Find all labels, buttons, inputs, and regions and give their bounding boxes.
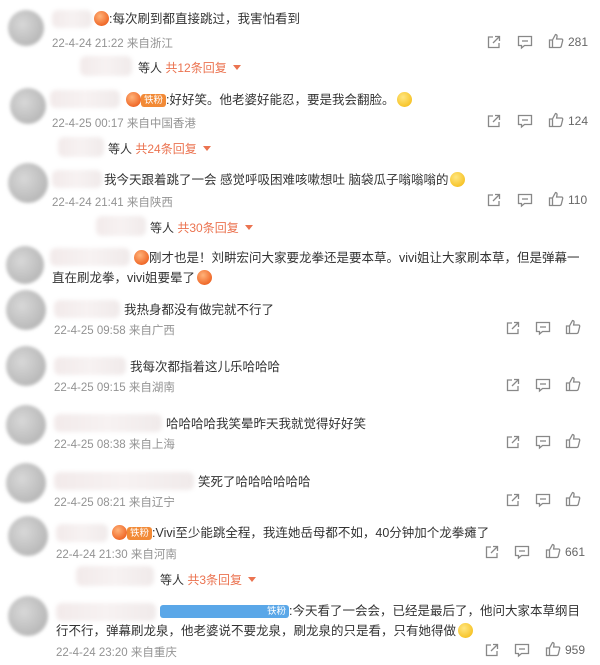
avatar[interactable] bbox=[6, 463, 46, 503]
comment-meta: 22-4-24 21:22 来自浙江 bbox=[52, 38, 173, 50]
avatar[interactable] bbox=[6, 290, 46, 330]
share-icon[interactable] bbox=[486, 113, 502, 129]
reply-summary[interactable]: 等人 共12条回复 bbox=[138, 59, 241, 76]
comment-meta: 22-4-25 09:15 来自湖南 bbox=[54, 382, 175, 394]
comment-icon[interactable] bbox=[535, 492, 551, 508]
comment-text: 哈哈哈哈我笑晕昨天我就觉得好好笑 bbox=[166, 417, 367, 431]
vip-icon bbox=[94, 11, 109, 26]
share-icon[interactable] bbox=[505, 320, 521, 336]
dizzy-emoji-icon bbox=[197, 270, 213, 285]
reply-avatars bbox=[80, 56, 132, 76]
username[interactable] bbox=[54, 472, 194, 490]
username[interactable] bbox=[52, 10, 92, 28]
comment-icon[interactable] bbox=[517, 34, 533, 50]
comment-meta: 22-4-25 09:58 来自广西 bbox=[54, 325, 175, 337]
avatar[interactable] bbox=[6, 405, 46, 445]
comment-text: 铁粉:今天看了一会会，已经是最后了，他问大家本草纲目行不行，弹幕刷龙泉，他老婆说… bbox=[56, 604, 580, 638]
avatar[interactable] bbox=[6, 246, 44, 284]
thumbs-up-icon[interactable] bbox=[565, 491, 581, 507]
reply-summary[interactable]: 等人 共30条回复 bbox=[150, 219, 253, 236]
like-count: 661 bbox=[565, 545, 586, 559]
chevron-down-icon[interactable] bbox=[244, 225, 253, 230]
thumbs-up-icon[interactable] bbox=[548, 33, 564, 49]
like-count: 281 bbox=[568, 35, 589, 49]
fan-badge: 铁粉 bbox=[141, 94, 167, 107]
like-count: 124 bbox=[568, 114, 589, 128]
comment-text: 我热身都没有做完就不行了 bbox=[124, 303, 275, 317]
comment-text: 我今天跟着跳了一会 感觉呼吸困难咳嗽想吐 脑袋瓜子嗡嗡嗡的 bbox=[104, 170, 466, 190]
vip-icon bbox=[112, 525, 127, 540]
share-icon[interactable] bbox=[486, 34, 502, 50]
comment-text: 刚才也是！刘畊宏问大家要龙拳还是要本草。vivi姐让大家刷本草，但是弹幕一直在刷… bbox=[52, 250, 580, 285]
avatar[interactable] bbox=[8, 516, 48, 556]
thumbs-up-icon[interactable] bbox=[545, 543, 561, 559]
username[interactable] bbox=[50, 90, 120, 108]
comment-text: :每次刷到都直接跳过，我害怕看到 bbox=[92, 9, 300, 29]
comment-meta: 22-4-25 08:21 来自辽宁 bbox=[54, 497, 175, 509]
username[interactable] bbox=[56, 524, 108, 542]
comment-meta: 22-4-24 23:20 来自重庆 bbox=[56, 647, 177, 659]
reply-avatars bbox=[58, 137, 104, 157]
thumbs-up-icon[interactable] bbox=[565, 319, 581, 335]
username[interactable] bbox=[54, 357, 126, 375]
reply-avatars bbox=[76, 566, 154, 586]
comment-meta: 22-4-25 08:38 来自上海 bbox=[54, 439, 175, 451]
avatar[interactable] bbox=[6, 346, 46, 386]
avatar[interactable] bbox=[10, 88, 46, 124]
like-count: 110 bbox=[568, 193, 588, 207]
chevron-down-icon[interactable] bbox=[248, 577, 257, 582]
share-icon[interactable] bbox=[484, 544, 500, 560]
vip-icon bbox=[126, 92, 141, 107]
comment-icon[interactable] bbox=[514, 642, 530, 658]
smile-emoji-icon bbox=[396, 92, 412, 107]
avatar[interactable] bbox=[8, 163, 48, 203]
comment-meta: 22-4-24 21:30 来自河南 bbox=[56, 549, 177, 561]
share-icon[interactable] bbox=[505, 377, 521, 393]
comment-icon[interactable] bbox=[535, 377, 551, 393]
comment-icon[interactable] bbox=[535, 320, 551, 336]
comment-icon[interactable] bbox=[535, 434, 551, 450]
share-icon[interactable] bbox=[505, 434, 521, 450]
avatar[interactable] bbox=[8, 10, 44, 46]
chevron-down-icon[interactable] bbox=[232, 65, 241, 70]
username[interactable] bbox=[52, 170, 102, 188]
thumbs-up-icon[interactable] bbox=[548, 112, 564, 128]
comment-icon[interactable] bbox=[517, 192, 533, 208]
comment-text: 铁粉:Vivi至少能跳全程，我连她岳母都不如，40分钟加个龙拳瘫了 bbox=[110, 523, 489, 543]
username[interactable] bbox=[54, 414, 162, 432]
comment-meta: 22-4-25 00:17 来自中国香港 bbox=[52, 118, 196, 130]
comment-text: 笑死了哈哈哈哈哈哈 bbox=[198, 475, 311, 489]
thumbs-up-icon[interactable] bbox=[545, 641, 561, 657]
share-icon[interactable] bbox=[505, 492, 521, 508]
comment-icon[interactable] bbox=[514, 544, 530, 560]
comment-meta: 22-4-24 21:41 来自陕西 bbox=[52, 197, 173, 209]
reply-summary[interactable]: 等人 共3条回复 bbox=[160, 571, 257, 588]
fan-badge: 铁粉 bbox=[127, 527, 153, 540]
vip-icon bbox=[134, 250, 149, 265]
comment-text: 我每次都指着这儿乐哈哈哈 bbox=[130, 360, 281, 374]
share-icon[interactable] bbox=[486, 192, 502, 208]
fan-badge: 铁粉 bbox=[160, 605, 290, 618]
comment-text: 铁粉:好好笑。他老婆好能忍，要是我会翻脸。 bbox=[124, 90, 412, 110]
thumbs-up-icon[interactable] bbox=[565, 376, 581, 392]
reply-summary[interactable]: 等人 共24条回复 bbox=[108, 140, 211, 157]
username[interactable] bbox=[54, 300, 120, 318]
share-icon[interactable] bbox=[484, 642, 500, 658]
thumbs-up-icon[interactable] bbox=[565, 433, 581, 449]
cry-emoji-icon bbox=[458, 623, 474, 638]
comment-icon[interactable] bbox=[517, 113, 533, 129]
avatar[interactable] bbox=[8, 596, 48, 636]
thumbs-up-icon[interactable] bbox=[548, 191, 564, 207]
sweat-emoji-icon bbox=[450, 172, 466, 187]
like-count: 959 bbox=[565, 643, 586, 657]
reply-avatars bbox=[96, 216, 146, 236]
chevron-down-icon[interactable] bbox=[202, 146, 211, 151]
